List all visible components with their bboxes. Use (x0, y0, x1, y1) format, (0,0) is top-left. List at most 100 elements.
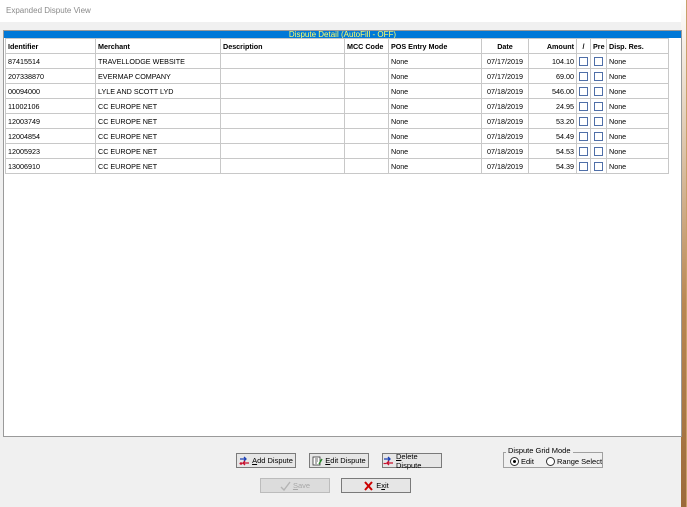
cell-merchant[interactable]: TRAVELLODGE WEBSITE (95, 53, 221, 69)
pre-checkbox[interactable] (594, 87, 603, 97)
cell-identifier[interactable]: 207338870 (5, 68, 96, 84)
table-row[interactable]: 12003749 CC EUROPE NET None 07/18/2019 5… (5, 113, 669, 129)
cell-slash[interactable] (576, 113, 591, 129)
slash-checkbox[interactable] (579, 117, 588, 127)
pre-checkbox[interactable] (594, 102, 603, 112)
slash-checkbox[interactable] (579, 132, 588, 142)
edit-dispute-button[interactable]: Edit Dispute (309, 453, 369, 468)
cell-disp-res[interactable]: None (606, 68, 669, 84)
cell-amount[interactable]: 104.10 (528, 53, 577, 69)
cell-date[interactable]: 07/18/2019 (481, 113, 529, 129)
cell-pos-entry-mode[interactable]: None (388, 143, 482, 159)
range-select-radio[interactable]: Range Select (546, 457, 602, 466)
cell-date[interactable]: 07/17/2019 (481, 53, 529, 69)
cell-pre[interactable] (590, 68, 607, 84)
cell-description[interactable] (220, 158, 345, 174)
cell-merchant[interactable]: CC EUROPE NET (95, 143, 221, 159)
column-header-pos-entry-mode[interactable]: POS Entry Mode (388, 38, 482, 54)
cell-mcc-code[interactable] (344, 128, 389, 144)
pre-checkbox[interactable] (594, 132, 603, 142)
table-row[interactable]: 13006910 CC EUROPE NET None 07/18/2019 5… (5, 158, 669, 174)
cell-mcc-code[interactable] (344, 53, 389, 69)
edit-mode-radio-button[interactable] (510, 457, 519, 466)
table-row[interactable]: 12004854 CC EUROPE NET None 07/18/2019 5… (5, 128, 669, 144)
cell-pos-entry-mode[interactable]: None (388, 83, 482, 99)
cell-date[interactable]: 07/18/2019 (481, 128, 529, 144)
cell-disp-res[interactable]: None (606, 158, 669, 174)
table-row[interactable]: 207338870 EVERMAP COMPANY None 07/17/201… (5, 68, 669, 84)
cell-description[interactable] (220, 113, 345, 129)
cell-amount[interactable]: 24.95 (528, 98, 577, 114)
cell-amount[interactable]: 54.49 (528, 128, 577, 144)
cell-merchant[interactable]: CC EUROPE NET (95, 128, 221, 144)
column-header-identifier[interactable]: Identifier (5, 38, 96, 54)
cell-identifier[interactable]: 12003749 (5, 113, 96, 129)
cell-merchant[interactable]: LYLE AND SCOTT LYD (95, 83, 221, 99)
cell-pre[interactable] (590, 98, 607, 114)
cell-date[interactable]: 07/17/2019 (481, 68, 529, 84)
slash-checkbox[interactable] (579, 162, 588, 172)
pre-checkbox[interactable] (594, 57, 603, 67)
pre-checkbox[interactable] (594, 162, 603, 172)
cell-merchant[interactable]: CC EUROPE NET (95, 98, 221, 114)
cell-slash[interactable] (576, 128, 591, 144)
save-button[interactable]: Save (260, 478, 330, 493)
cell-pos-entry-mode[interactable]: None (388, 113, 482, 129)
cell-date[interactable]: 07/18/2019 (481, 83, 529, 99)
cell-disp-res[interactable]: None (606, 53, 669, 69)
column-header-slash[interactable]: / (576, 38, 591, 54)
pre-checkbox[interactable] (594, 72, 603, 82)
cell-mcc-code[interactable] (344, 83, 389, 99)
cell-amount[interactable]: 54.39 (528, 158, 577, 174)
cell-date[interactable]: 07/18/2019 (481, 98, 529, 114)
cell-pre[interactable] (590, 53, 607, 69)
cell-merchant[interactable]: EVERMAP COMPANY (95, 68, 221, 84)
range-select-radio-button[interactable] (546, 457, 555, 466)
cell-pre[interactable] (590, 83, 607, 99)
edit-mode-radio[interactable]: Edit (510, 457, 534, 466)
cell-description[interactable] (220, 53, 345, 69)
cell-slash[interactable] (576, 143, 591, 159)
cell-amount[interactable]: 54.53 (528, 143, 577, 159)
cell-slash[interactable] (576, 53, 591, 69)
cell-description[interactable] (220, 143, 345, 159)
cell-pos-entry-mode[interactable]: None (388, 98, 482, 114)
cell-pos-entry-mode[interactable]: None (388, 128, 482, 144)
cell-description[interactable] (220, 83, 345, 99)
dispute-grid[interactable]: Identifier Merchant Description MCC Code… (5, 38, 669, 174)
cell-mcc-code[interactable] (344, 113, 389, 129)
cell-pos-entry-mode[interactable]: None (388, 53, 482, 69)
cell-mcc-code[interactable] (344, 158, 389, 174)
cell-mcc-code[interactable] (344, 143, 389, 159)
cell-description[interactable] (220, 68, 345, 84)
cell-identifier[interactable]: 12004854 (5, 128, 96, 144)
cell-disp-res[interactable]: None (606, 128, 669, 144)
slash-checkbox[interactable] (579, 72, 588, 82)
cell-identifier[interactable]: 87415514 (5, 53, 96, 69)
cell-pre[interactable] (590, 113, 607, 129)
column-header-mcc-code[interactable]: MCC Code (344, 38, 389, 54)
pre-checkbox[interactable] (594, 117, 603, 127)
slash-checkbox[interactable] (579, 57, 588, 67)
cell-disp-res[interactable]: None (606, 143, 669, 159)
column-header-description[interactable]: Description (220, 38, 345, 54)
column-header-date[interactable]: Date (481, 38, 529, 54)
cell-identifier[interactable]: 11002106 (5, 98, 96, 114)
column-header-pre[interactable]: Pre (590, 38, 607, 54)
cell-merchant[interactable]: CC EUROPE NET (95, 158, 221, 174)
delete-dispute-button[interactable]: Delete Dispute (382, 452, 442, 470)
cell-pre[interactable] (590, 158, 607, 174)
cell-mcc-code[interactable] (344, 68, 389, 84)
cell-date[interactable]: 07/18/2019 (481, 143, 529, 159)
cell-slash[interactable] (576, 98, 591, 114)
cell-slash[interactable] (576, 68, 591, 84)
slash-checkbox[interactable] (579, 147, 588, 157)
cell-slash[interactable] (576, 83, 591, 99)
column-header-amount[interactable]: Amount (528, 38, 577, 54)
cell-date[interactable]: 07/18/2019 (481, 158, 529, 174)
cell-pre[interactable] (590, 128, 607, 144)
add-dispute-button[interactable]: Add Dispute (236, 453, 296, 468)
cell-disp-res[interactable]: None (606, 83, 669, 99)
slash-checkbox[interactable] (579, 87, 588, 97)
pre-checkbox[interactable] (594, 147, 603, 157)
